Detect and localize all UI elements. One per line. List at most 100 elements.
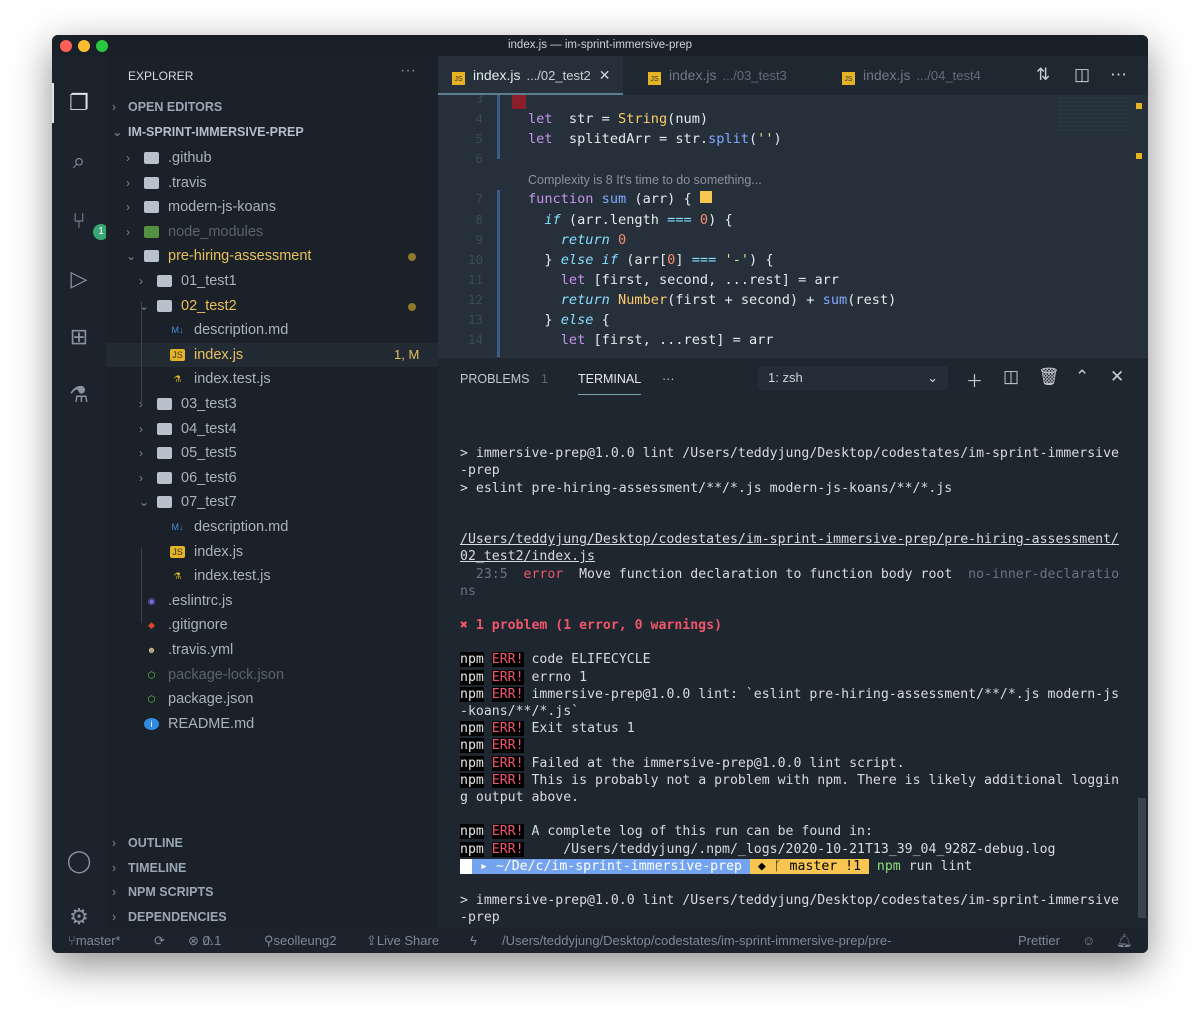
workspace-root-section[interactable]: ⌄ IM-SPRINT-IMMERSIVE-PREP [112,122,304,142]
terminal-scrollbar[interactable] [1138,798,1146,918]
trash-icon[interactable]: 🗑 [1038,367,1060,387]
tab-index-js[interactable]: JS index.js .../03_test3 [634,56,799,95]
tree-item[interactable]: i README.md [106,712,438,736]
section-timeline[interactable]: › TIMELINE [112,858,432,878]
line-number: 6 [475,151,483,167]
notifications-icon[interactable]: 🔔︎ [1116,928,1133,953]
terminal-line: -prep [460,910,500,926]
tree-item-label: package-lock.json [168,666,285,683]
tree-item[interactable]: › .github [106,146,438,170]
github-folder-icon [144,152,159,164]
code-line: let splitedArr = str.split('') [528,131,782,148]
tree-item-label: 01_test1 [181,273,237,289]
split-editor-icon[interactable]: ◫ [1074,65,1090,85]
tree-item-label: 06_test6 [181,469,237,486]
tree-item[interactable]: M↓ description.md [106,515,438,539]
tree-item[interactable]: JS index.js 1, M [106,342,438,367]
terminal-line: > immersive-prep@1.0.0 lint /Users/teddy… [460,446,1119,462]
tree-item-label: 02_test2 [181,297,237,314]
terminal-line: npm ERR! [460,738,524,754]
tab-terminal[interactable]: TERMINAL [578,372,642,395]
lightbulb-marker[interactable] [699,191,712,204]
tree-item[interactable]: ⬡ package.json [106,687,438,711]
tree-item[interactable]: › 01_test1 [106,269,438,293]
section-npm-scripts[interactable]: › NPM SCRIPTS [112,882,432,902]
account-icon[interactable]: ◯ [66,848,92,874]
tree-item-label: 05_test5 [181,445,237,462]
branch-status[interactable]: ⑂ master* [68,928,121,953]
chevron-icon: › [139,470,143,485]
new-terminal-icon[interactable]: ＋ [966,367,983,392]
search-icon[interactable]: ⌕ [66,148,92,174]
close-tab-icon[interactable]: ✕ [599,67,611,83]
minimap[interactable] [1058,97,1128,131]
code-editor[interactable]: 3 4 let str = String(num) 5 let splitedArr =… [438,95,1148,357]
gear-icon[interactable]: ⚙ [66,904,92,930]
feedback-icon[interactable]: ☺ [1082,928,1095,953]
maximize-panel-icon[interactable]: ⌃ [1075,367,1089,387]
tree-item[interactable]: ☻ .travis.yml [106,638,438,662]
tree-item[interactable]: › .travis [106,171,438,195]
terminal-line: 02_test2/index.js [460,549,595,565]
close-window-button[interactable] [60,40,72,52]
live-share-button[interactable]: ⇪ Live Share [366,928,439,953]
lightning-icon[interactable]: ϟ [470,928,477,953]
js-file-icon: JS [452,72,465,85]
tree-item[interactable]: ⬡ package-lock.json [106,663,438,687]
problems-status[interactable]: ⊗ 0 ⚠ 1 [188,928,221,953]
tree-item[interactable]: ⌄ pre-hiring-assessment [106,244,438,268]
terminal-line: > eslint pre-hiring-assessment/**/*.js m… [460,480,953,496]
explorer-more-button[interactable]: ··· [400,62,416,80]
tree-item[interactable]: ⚗ index.test.js [106,367,438,391]
compare-changes-icon[interactable]: ⇅ [1036,65,1050,85]
open-editors-section[interactable]: › OPEN EDITORS [112,97,222,117]
tree-item[interactable]: › 06_test6 [106,466,438,490]
tree-item[interactable]: ›03_test3 [106,392,438,416]
chevron-icon: › [139,446,143,461]
user-status[interactable]: ⚲ seolleung2 [264,928,336,953]
minimize-window-button[interactable] [78,40,90,52]
maximize-window-button[interactable] [96,40,108,52]
files-icon[interactable]: ❐ [66,90,92,116]
tree-item[interactable]: ⌄ 07_test7 [106,490,438,514]
terminal-select[interactable]: 1: zsh ⌄ [758,366,948,390]
split-terminal-icon[interactable]: ◫ [1003,367,1019,387]
sync-icon[interactable]: ⟳ [154,928,165,953]
terminal-line: npm ERR! immersive-prep@1.0.0 lint: `esl… [460,686,1120,702]
tree-item[interactable]: ◆ .gitignore [106,613,438,637]
tree-item-label: 03_test3 [181,396,237,412]
code-line: let [first, second, ...rest] = arr [560,271,840,288]
terminal-line: npm ERR! Exit status 1 [460,721,635,737]
section-outline[interactable]: › OUTLINE [112,833,432,853]
panel-more-button[interactable]: ··· [662,372,675,386]
close-panel-icon[interactable]: ✕ [1110,367,1124,387]
tree-item-label: index.js [194,543,244,560]
info-file-icon: i [144,717,159,730]
tree-item[interactable]: ⚗ index.test.js [106,564,438,588]
window-title: index.js — im-sprint-immersive-prep [507,39,693,51]
code-line: let str = String(num) [528,111,709,128]
source-control-icon[interactable]: ⑂ 1 [66,208,109,240]
code-line: if (arr.length === 0) { [544,211,733,228]
tree-item[interactable]: › 05_test5 [106,441,438,465]
tab-index-js[interactable]: JS index.js .../02_test2 ✕ [438,56,623,95]
tree-item[interactable]: › 04_test4 [106,417,438,441]
section-dependencies[interactable]: › DEPENDENCIES [112,907,432,927]
more-actions-icon[interactable]: ⋯ [1110,65,1127,85]
run-debug-icon[interactable]: ▷ [66,266,92,292]
tab-label: index.js [473,67,521,83]
terminal-output[interactable]: > immersive-prep@1.0.0 lint /Users/teddy… [460,428,1130,944]
tree-item[interactable]: › node_modules [106,220,438,244]
tab-index-js[interactable]: JS index.js .../04_test4 [828,56,993,95]
complexity-codelens[interactable]: Complexity is 8 It's time to do somethin… [528,173,762,187]
extensions-icon[interactable]: ⊞ [66,324,92,350]
editor-tabs: JS index.js .../02_test2 ✕ JS index.js .../03_… [438,56,1148,95]
tree-item[interactable]: ⌄ 02_test2 [106,294,438,318]
tree-item[interactable]: M↓ description.md [106,318,438,342]
tree-item[interactable]: ◉ .eslintrc.js [106,589,438,613]
prettier-status[interactable]: Prettier [1018,928,1060,953]
tree-item[interactable]: JS index.js [106,540,438,564]
tree-item[interactable]: › modern-js-koans [106,195,438,219]
tab-problems[interactable]: PROBLEMS 1 [460,372,548,386]
testing-icon[interactable]: ⚗ [66,382,92,408]
